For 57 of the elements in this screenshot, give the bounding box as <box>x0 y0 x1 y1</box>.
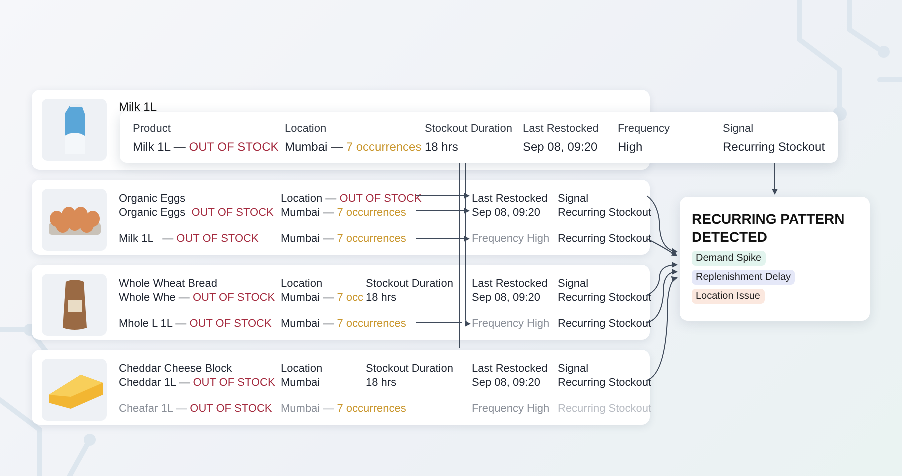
detail-value: Recurring Stockout <box>723 140 826 154</box>
detail-value: 18 hrs <box>425 140 460 154</box>
table-cell: Whole Wheat Bread <box>119 278 218 290</box>
table-cell: 18 hrs <box>366 292 397 304</box>
table-cell: Last Restocked <box>472 193 548 205</box>
detail-label: Last Restocked <box>523 123 600 135</box>
table-cell: Signal <box>558 278 589 290</box>
table-cell: Recurring Stockout <box>558 377 652 389</box>
table-cell: Whole Whe — OUT OF STOCK <box>119 292 276 304</box>
pattern-tag: Demand Spike <box>692 251 766 266</box>
table-cell: Last Restocked <box>472 363 548 375</box>
table-cell: Recurring Stockout <box>558 292 652 304</box>
table-cell: Mumbai <box>281 377 320 389</box>
table-cell: Cheddar 1L — OUT OF STOCK <box>119 377 276 389</box>
pattern-title: RECURRING PATTERN DETECTED <box>692 211 846 246</box>
pattern-tag: Replenishment Delay <box>692 270 796 285</box>
detail-label: Signal <box>723 123 755 135</box>
detail-label: Stockout Duration <box>425 123 514 135</box>
detail-label: Location <box>285 123 328 135</box>
detail-value: Mumbai — 7 occurrences <box>285 140 423 154</box>
table-cell: Mumbai — 7 occ <box>281 292 364 304</box>
table-cell: Recurring Stockout <box>558 233 652 245</box>
table-cell: Location <box>281 363 323 375</box>
table-cell: Sep 08, 09:20 <box>472 207 541 219</box>
table-cell: Cheafar 1L — OUT OF STOCK <box>119 403 272 415</box>
table-cell: 18 hrs <box>366 377 397 389</box>
table-cell: Organic Eggs OUT OF STOCK <box>119 207 274 219</box>
table-cell: Mumbai — 7 occurrences <box>281 318 406 330</box>
table-cell: Milk 1L — OUT OF STOCK <box>119 233 259 245</box>
table-cell: Location <box>281 278 323 290</box>
table-cell: Mumbai — 7 occurrences <box>281 233 406 245</box>
table-cell: Signal <box>558 193 589 205</box>
table-cell: Mumbai — 7 occurrences <box>281 207 406 219</box>
table-cell: Stockout Duration <box>366 278 454 290</box>
detail-label: Product <box>133 123 172 135</box>
table-cell: Recurring Stockout <box>558 403 652 415</box>
product-name: Milk 1L <box>119 100 158 114</box>
table-cell: Frequency High <box>472 318 550 330</box>
table-cell: Recurring Stockout <box>558 207 652 219</box>
pattern-tag: Location Issue <box>692 289 764 304</box>
table-cell: Stockout Duration <box>366 363 454 375</box>
table-cell: Last Restocked <box>472 278 548 290</box>
table-cell: Signal <box>558 363 589 375</box>
table-cell: Frequency High <box>472 403 550 415</box>
table-cell: Recurring Stockout <box>558 318 652 330</box>
table-cell: Sep 08, 09:20 <box>472 292 541 304</box>
table-cell: Mumbai — 7 occurrences <box>281 403 406 415</box>
table-cell: Sep 08, 09:20 <box>472 377 541 389</box>
table-cell: Location — OUT OF STOCK <box>281 193 422 205</box>
detail-value: High <box>618 140 644 154</box>
detail-value: Sep 08, 09:20 <box>523 140 599 154</box>
table-cell: Organic Eggs <box>119 193 186 205</box>
detail-value: Milk 1L — OUT OF STOCK <box>133 140 280 154</box>
table-cell: Frequency High <box>472 233 550 245</box>
table-cell: Cheddar Cheese Block <box>119 363 232 375</box>
table-cell: Mhole L 1L — OUT OF STOCK <box>119 318 272 330</box>
detail-label: Frequency <box>618 123 671 135</box>
